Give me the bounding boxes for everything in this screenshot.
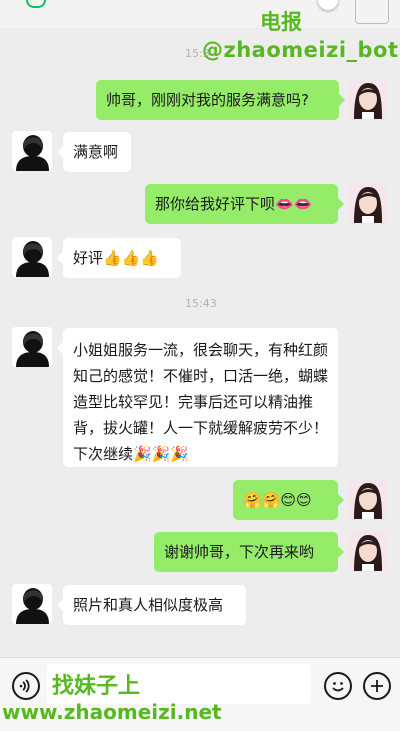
emoji-icon[interactable] — [324, 672, 352, 700]
avatar-female[interactable] — [348, 183, 388, 223]
chat-bubble-incoming[interactable]: 满意啊 — [57, 132, 131, 172]
bell-icon — [26, 0, 46, 8]
watermark-telegram: 电报 — [260, 10, 302, 34]
timestamp: 15:43 — [185, 297, 217, 310]
chat-bubble-outgoing[interactable]: 🤗🤗😊😊 — [233, 480, 344, 520]
avatar-male[interactable] — [12, 327, 52, 367]
top-strip — [0, 0, 400, 28]
avatar-female[interactable] — [348, 531, 388, 571]
watermark-site-url: www.zhaomeizi.net — [2, 700, 222, 724]
voice-icon[interactable] — [12, 672, 40, 700]
toggle-knob-icon[interactable] — [318, 0, 338, 10]
avatar-female[interactable] — [348, 79, 388, 119]
avatar-female[interactable] — [348, 479, 388, 519]
chat-bubble-incoming[interactable]: 照片和真人相似度极高 — [57, 585, 246, 625]
avatar-male[interactable] — [12, 131, 52, 171]
avatar-male[interactable] — [12, 584, 52, 624]
chat-bubble-incoming[interactable]: 好评👍👍👍 — [57, 238, 181, 278]
chat-bubble-incoming[interactable]: 小姐姐服务一流，很会聊天，有种红颜知己的感觉！不催时，口活一绝，蝴蝶造型比较罕见… — [57, 328, 338, 467]
plus-icon[interactable] — [363, 672, 391, 700]
chat-bubble-outgoing[interactable]: 帅哥，刚刚对我的服务满意吗? — [96, 80, 345, 120]
square-button[interactable] — [355, 0, 389, 24]
chat-bubble-outgoing[interactable]: 那你给我好评下呗👄👄 — [145, 184, 344, 224]
watermark-find-text: 找妹子上 — [52, 674, 141, 699]
watermark-bot-handle: @zhaomeizi_bot — [202, 38, 399, 62]
avatar-male[interactable] — [12, 237, 52, 277]
chat-bubble-outgoing[interactable]: 谢谢帅哥，下次再来哟 — [154, 532, 344, 572]
